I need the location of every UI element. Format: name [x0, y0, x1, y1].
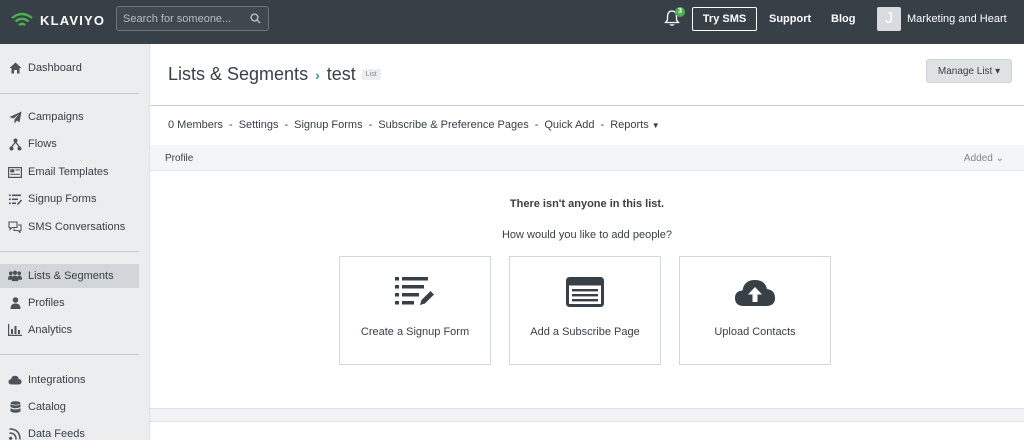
upload-contacts-card[interactable]: Upload Contacts: [679, 256, 831, 365]
flows-icon: [8, 137, 22, 151]
page-header: Lists & Segments › test List Manage List…: [150, 44, 1024, 106]
signup-forms-link[interactable]: Signup Forms: [294, 119, 362, 131]
sidebar-item-analytics[interactable]: Analytics: [0, 318, 139, 342]
rss-icon: [8, 427, 22, 440]
subnav-divider: -: [534, 119, 539, 131]
sidebar-item-label: Integrations: [28, 374, 86, 386]
sidebar-divider: [0, 93, 139, 94]
sidebar-item-profiles[interactable]: Profiles: [0, 291, 139, 315]
empty-state-title: There isn't anyone in this list.: [509, 198, 665, 210]
sidebar-item-label: Lists & Segments: [28, 270, 114, 282]
sidebar-item-flows[interactable]: Flows: [0, 132, 139, 156]
sidebar-item-campaigns[interactable]: Campaigns: [0, 105, 139, 129]
breadcrumb-separator-icon: ›: [315, 66, 320, 83]
sidebar-item-label: Data Feeds: [28, 428, 85, 440]
list-edit-icon: [340, 277, 490, 307]
top-bar: KLAVIYO 3 Try SMS Support Blog J Marketi…: [0, 0, 1024, 44]
sidebar-item-dashboard[interactable]: Dashboard: [0, 56, 139, 80]
chat-icon: [8, 220, 22, 234]
members-link[interactable]: 0 Members: [168, 119, 223, 131]
brand-name: KLAVIYO: [40, 12, 106, 28]
quick-add-link[interactable]: Quick Add: [544, 119, 594, 131]
sidebar-item-label: Profiles: [28, 297, 65, 309]
sidebar-item-integrations[interactable]: Integrations: [0, 368, 139, 392]
support-link[interactable]: Support: [769, 13, 811, 25]
sidebar: Dashboard Campaigns Flows Email Template…: [0, 44, 150, 440]
create-signup-form-card[interactable]: Create a Signup Form: [339, 256, 491, 365]
sidebar-item-catalog[interactable]: Catalog: [0, 395, 139, 419]
sidebar-divider: [0, 251, 139, 252]
blog-link[interactable]: Blog: [831, 13, 855, 25]
database-icon: [8, 400, 22, 414]
list-subnav: 0 Members - Settings - Signup Forms - Su…: [168, 119, 660, 131]
card-label: Create a Signup Form: [360, 326, 470, 338]
form-icon: [8, 192, 22, 206]
template-icon: [8, 165, 22, 179]
settings-link[interactable]: Settings: [239, 119, 279, 131]
cloud-icon: [8, 373, 22, 387]
home-icon: [8, 61, 22, 75]
sidebar-item-label: Catalog: [28, 401, 66, 413]
users-icon: [8, 269, 22, 283]
card-label: Add a Subscribe Page: [530, 326, 640, 338]
sidebar-item-label: Analytics: [28, 324, 73, 336]
sidebar-item-label: Dashboard: [28, 62, 82, 74]
cloud-upload-icon: [680, 277, 830, 307]
wifi-logo-icon: [11, 12, 33, 26]
chart-icon: [8, 323, 22, 337]
user-icon: [8, 296, 22, 310]
sidebar-item-signup-forms[interactable]: Signup Forms: [0, 187, 139, 211]
search-icon[interactable]: [250, 13, 261, 24]
reports-label: Reports: [610, 119, 649, 131]
search-input[interactable]: [123, 7, 243, 30]
sidebar-item-label: SMS Conversations: [28, 221, 126, 233]
notifications-button[interactable]: 3: [664, 7, 685, 29]
empty-state-subtitle: How would you like to add people?: [501, 229, 672, 241]
avatar[interactable]: J: [877, 7, 901, 31]
sidebar-item-label: Email Templates: [28, 166, 109, 178]
account-menu[interactable]: Marketing and Heart: [907, 13, 1007, 25]
sidebar-item-label: Flows: [28, 138, 57, 150]
sidebar-item-label: Campaigns: [28, 111, 84, 123]
sidebar-item-label: Signup Forms: [28, 193, 97, 205]
add-subscribe-page-card[interactable]: Add a Subscribe Page: [509, 256, 661, 365]
subnav-divider: -: [600, 119, 605, 131]
subnav-divider: -: [229, 119, 233, 131]
list-type-badge: List: [361, 69, 381, 80]
search-box: [116, 6, 269, 31]
subscribe-pages-link[interactable]: Subscribe & Preference Pages: [378, 119, 528, 131]
subnav-divider: -: [284, 119, 289, 131]
manage-list-button[interactable]: Manage List ▾: [926, 59, 1012, 83]
notification-badge: 3: [675, 7, 685, 17]
newspaper-icon: [510, 277, 660, 307]
klaviyo-logo[interactable]: KLAVIYO: [10, 9, 105, 31]
main-content: Lists & Segments › test List Manage List…: [150, 44, 1024, 440]
sidebar-divider: [0, 354, 139, 355]
table-header: Profile Added ⌄: [150, 145, 1024, 171]
column-header-added-sort[interactable]: Added ⌄: [964, 153, 1004, 164]
subnav-divider: -: [368, 119, 373, 131]
reports-dropdown[interactable]: Reports ▼: [610, 119, 659, 131]
try-sms-button[interactable]: Try SMS: [692, 7, 757, 31]
sidebar-item-email-templates[interactable]: Email Templates: [0, 160, 139, 184]
sidebar-item-lists-segments[interactable]: Lists & Segments: [0, 264, 139, 288]
sidebar-item-sms-conversations[interactable]: SMS Conversations: [0, 215, 139, 239]
caret-down-icon: ▼: [651, 121, 660, 130]
column-header-profile: Profile: [165, 153, 194, 164]
breadcrumb-root-link[interactable]: Lists & Segments: [168, 64, 308, 85]
send-icon: [8, 110, 22, 124]
card-label: Upload Contacts: [714, 326, 796, 338]
sidebar-item-data-feeds[interactable]: Data Feeds: [0, 422, 139, 440]
breadcrumb: Lists & Segments › test List: [168, 64, 381, 85]
page-title: test: [326, 64, 356, 84]
list-footer: [150, 408, 1024, 422]
